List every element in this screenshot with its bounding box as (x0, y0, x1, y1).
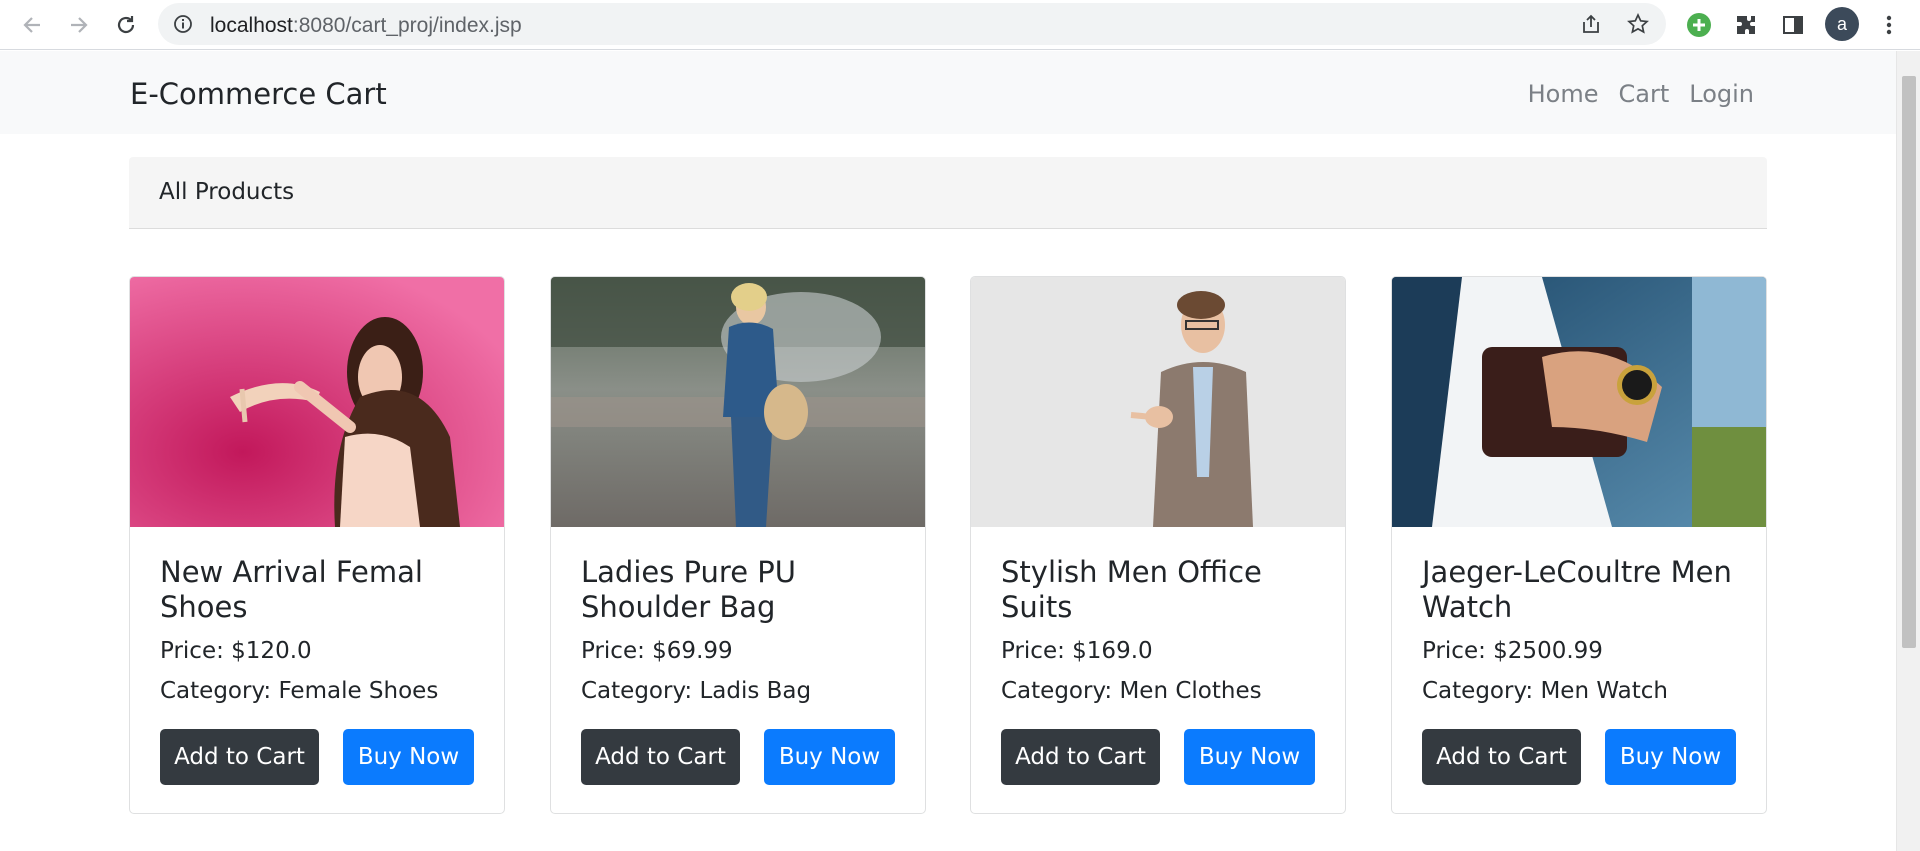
reload-button[interactable] (108, 7, 144, 43)
buy-now-button[interactable]: Buy Now (1605, 729, 1736, 785)
section-title: All Products (159, 179, 295, 205)
product-card: Jaeger-LeCoultre Men Watch Price: $2500.… (1391, 276, 1767, 814)
product-price: Price: $120.0 (160, 638, 312, 664)
scrollbar-thumb[interactable] (1902, 76, 1916, 648)
browser-menu-icon[interactable] (1874, 10, 1904, 40)
product-card: Stylish Men Office Suits Price: $169.0 C… (970, 276, 1346, 814)
product-title[interactable]: Jaeger-LeCoultre Men Watch (1422, 555, 1736, 625)
puzzle-extensions-icon[interactable] (1731, 10, 1761, 40)
add-to-cart-button[interactable]: Add to Cart (581, 729, 740, 785)
add-to-cart-button[interactable]: Add to Cart (1001, 729, 1160, 785)
add-to-cart-button[interactable]: Add to Cart (160, 729, 319, 785)
product-image (1392, 277, 1766, 527)
product-category: Category: Ladis Bag (581, 678, 812, 704)
product-title[interactable]: New Arrival Femal Shoes (160, 555, 474, 625)
nav-link-cart[interactable]: Cart (1619, 80, 1670, 108)
site-info-icon[interactable] (172, 13, 194, 35)
products-section-header: All Products (129, 157, 1767, 229)
page-scrollbar[interactable] (1896, 51, 1920, 851)
nav-link-home[interactable]: Home (1528, 80, 1599, 108)
product-category: Category: Men Clothes (1001, 678, 1262, 704)
reload-icon (117, 16, 135, 34)
url-host: localhost (210, 14, 293, 37)
buy-now-button[interactable]: Buy Now (764, 729, 895, 785)
product-title[interactable]: Stylish Men Office Suits (1001, 555, 1315, 625)
product-category: Category: Female Shoes (160, 678, 439, 704)
nav-links: Home Cart Login (1528, 80, 1754, 108)
extension-add-icon[interactable] (1684, 10, 1714, 40)
site-navbar: E-Commerce Cart Home Cart Login (0, 51, 1896, 134)
product-price: Price: $2500.99 (1422, 638, 1603, 664)
forward-arrow-icon (71, 17, 88, 33)
add-to-cart-button[interactable]: Add to Cart (1422, 729, 1581, 785)
product-title[interactable]: Ladies Pure PU Shoulder Bag (581, 555, 895, 625)
product-category: Category: Men Watch (1422, 678, 1668, 704)
product-price: Price: $69.99 (581, 638, 733, 664)
product-card: Ladies Pure PU Shoulder Bag Price: $69.9… (550, 276, 926, 814)
share-icon[interactable] (1579, 12, 1603, 36)
bookmark-star-icon[interactable] (1626, 12, 1650, 36)
product-card: New Arrival Femal Shoes Price: $120.0 Ca… (129, 276, 505, 814)
profile-avatar[interactable]: a (1825, 7, 1859, 41)
product-price: Price: $169.0 (1001, 638, 1153, 664)
side-panel-icon[interactable] (1778, 10, 1808, 40)
product-image (130, 277, 504, 527)
buy-now-button[interactable]: Buy Now (343, 729, 474, 785)
buy-now-button[interactable]: Buy Now (1184, 729, 1315, 785)
back-button[interactable] (14, 7, 50, 43)
browser-toolbar: localhost:8080/cart_proj/index.jsp a (0, 0, 1920, 50)
address-bar[interactable]: localhost:8080/cart_proj/index.jsp (158, 3, 1666, 45)
url-text[interactable]: localhost:8080/cart_proj/index.jsp (210, 14, 522, 38)
product-image (551, 277, 925, 527)
url-path: :8080/cart_proj/index.jsp (292, 14, 522, 37)
nav-link-login[interactable]: Login (1689, 80, 1754, 108)
site-brand[interactable]: E-Commerce Cart (130, 77, 387, 111)
back-arrow-icon (23, 17, 40, 33)
forward-button[interactable] (61, 7, 97, 43)
product-image (971, 277, 1345, 527)
page-viewport: E-Commerce Cart Home Cart Login All Prod… (0, 51, 1920, 851)
